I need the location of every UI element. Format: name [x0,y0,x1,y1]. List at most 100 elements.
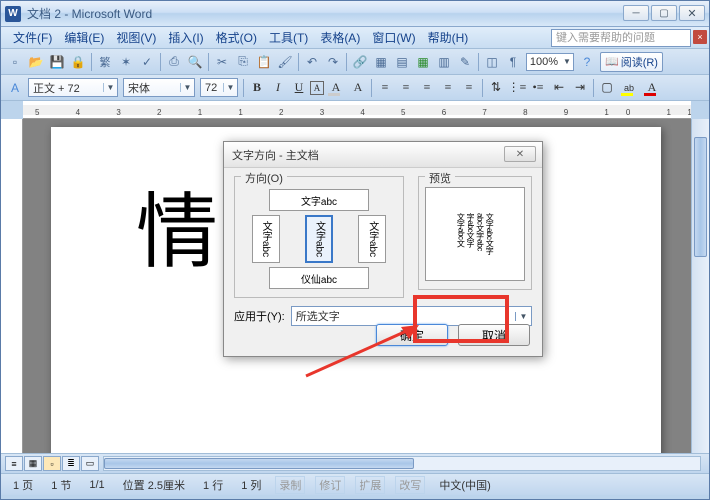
status-language[interactable]: 中文(中国) [435,477,494,493]
horizontal-scrollbar[interactable] [103,456,701,471]
copy-icon[interactable]: ⎘ [233,52,253,72]
scroll-thumb[interactable] [694,137,707,257]
reading-view-button[interactable]: ▭ [81,456,99,471]
apply-to-combo[interactable]: 所选文字 ▼ [291,306,532,326]
status-page: 1 页 [9,477,37,493]
align-left-button[interactable]: ≡ [375,78,395,98]
border-box-icon[interactable]: A [310,81,324,95]
redo-icon[interactable]: ↷ [323,52,343,72]
status-overtype[interactable]: 改写 [395,476,425,494]
outside-border-button[interactable]: ▢ [597,78,617,98]
tables-borders-icon[interactable]: ▦ [371,52,391,72]
vertical-scrollbar[interactable] [691,119,709,453]
insert-table-icon[interactable]: ▤ [392,52,412,72]
web-view-button[interactable]: ▦ [24,456,42,471]
preview-group-label: 预览 [425,170,455,186]
menu-insert[interactable]: 插入(I) [162,27,209,48]
underline-button[interactable]: U [289,78,309,98]
document-text[interactable]: 情 [136,165,222,284]
help-icon[interactable]: ? [577,52,597,72]
style-combo[interactable]: 正文 + 72 ▼ [28,78,118,97]
dialog-close-button[interactable]: ✕ [504,146,536,162]
align-right-button[interactable]: ≡ [417,78,437,98]
chevron-down-icon: ▼ [223,83,237,92]
zoom-value: 100% [527,56,561,68]
cut-icon[interactable]: ✂ [212,52,232,72]
print-layout-button[interactable]: ▫ [43,456,61,471]
char-shading-button[interactable]: A [325,78,347,98]
print-icon[interactable]: ⎙ [164,52,184,72]
styles-pane-icon[interactable]: A [5,78,25,98]
status-bar: 1 页 1 节 1/1 位置 2.5厘米 1 行 1 列 录制 修订 扩展 改写… [1,473,709,495]
hyperlink-icon[interactable]: 🔗 [350,52,370,72]
read-mode-button[interactable]: 📖 阅读(R) [600,52,663,72]
print-preview-icon[interactable]: 🔍 [185,52,205,72]
research-icon[interactable]: ✶ [116,52,136,72]
apply-to-value: 所选文字 [292,308,515,324]
vertical-ruler[interactable] [1,119,23,453]
menu-window[interactable]: 窗口(W) [366,27,421,48]
convert-icon[interactable]: 繁 [95,52,115,72]
orientation-horizontal-alt-button[interactable]: 仪仙abc [269,267,369,289]
doc-map-icon[interactable]: ◫ [482,52,502,72]
ok-button[interactable]: 确定 [376,324,448,346]
save-icon[interactable]: 💾 [47,52,67,72]
menu-edit[interactable]: 编辑(E) [58,27,110,48]
font-combo[interactable]: 宋体 ▼ [123,78,195,97]
distribute-button[interactable]: ≡ [459,78,479,98]
decrease-indent-button[interactable]: ⇤ [549,78,569,98]
menu-help[interactable]: 帮助(H) [422,27,475,48]
bold-button[interactable]: B [247,78,267,98]
menu-table[interactable]: 表格(A) [314,27,366,48]
orientation-horizontal-button[interactable]: 文字abc [269,189,369,211]
status-extend[interactable]: 扩展 [355,476,385,494]
increase-indent-button[interactable]: ⇥ [570,78,590,98]
spelling-icon[interactable]: ✓ [137,52,157,72]
horizontal-ruler[interactable]: 5 4 3 2 1 1 2 3 4 5 6 7 8 9 10 11 12 13 … [23,101,691,119]
show-marks-icon[interactable]: ¶ [503,52,523,72]
align-center-button[interactable]: ≡ [396,78,416,98]
drawing-icon[interactable]: ✎ [455,52,475,72]
dialog-titlebar[interactable]: 文字方向 - 主文档 ✕ [224,142,542,168]
paste-icon[interactable]: 📋 [254,52,274,72]
status-revision[interactable]: 修订 [315,476,345,494]
italic-button[interactable]: I [268,78,288,98]
status-page-of: 1/1 [85,479,108,491]
menu-view[interactable]: 视图(V) [110,27,162,48]
align-justify-button[interactable]: ≡ [438,78,458,98]
line-spacing-button[interactable]: ⇅ [486,78,506,98]
orientation-vertical-selected-button[interactable]: 文字abc [305,215,333,263]
font-size-combo[interactable]: 72 ▼ [200,78,238,97]
help-search-input[interactable]: 键入需要帮助的问题 [551,29,691,47]
bullets-button[interactable]: •≡ [528,78,548,98]
standard-toolbar: ▫ 📂 💾 🔒 繁 ✶ ✓ ⎙ 🔍 ✂ ⎘ 📋 🖌 ↶ ↷ 🔗 ▦ ▤ ▦ ▥ … [1,49,709,75]
menu-file[interactable]: 文件(F) [7,27,58,48]
open-icon[interactable]: 📂 [26,52,46,72]
status-record[interactable]: 录制 [275,476,305,494]
hscroll-thumb[interactable] [104,458,414,469]
outline-view-button[interactable]: ≣ [62,456,80,471]
minimize-button[interactable]: ─ [623,5,649,21]
format-painter-icon[interactable]: 🖌 [275,52,295,72]
document-close-button[interactable]: × [693,30,707,44]
columns-icon[interactable]: ▥ [434,52,454,72]
cancel-button[interactable]: 取消 [458,324,530,346]
close-button[interactable]: ✕ [679,5,705,21]
zoom-combo[interactable]: 100% ▼ [526,53,574,71]
excel-icon[interactable]: ▦ [413,52,433,72]
numbering-button[interactable]: ⋮≡ [507,78,527,98]
menu-format[interactable]: 格式(O) [210,27,263,48]
undo-icon[interactable]: ↶ [302,52,322,72]
chevron-down-icon: ▼ [561,57,573,66]
normal-view-button[interactable]: ≡ [5,456,23,471]
font-color-button[interactable]: A [641,78,663,98]
maximize-button[interactable]: ▢ [651,5,677,21]
orientation-vertical-rtl-button[interactable]: 文字abc [252,215,280,263]
highlight-button[interactable]: ab [618,78,640,98]
new-doc-icon[interactable]: ▫ [5,52,25,72]
direction-group-label: 方向(O) [241,170,287,186]
menu-tools[interactable]: 工具(T) [263,27,314,48]
orientation-vertical-ltr-button[interactable]: 文字abc [358,215,386,263]
permission-icon[interactable]: 🔒 [68,52,88,72]
char-border-button[interactable]: A [348,78,368,98]
